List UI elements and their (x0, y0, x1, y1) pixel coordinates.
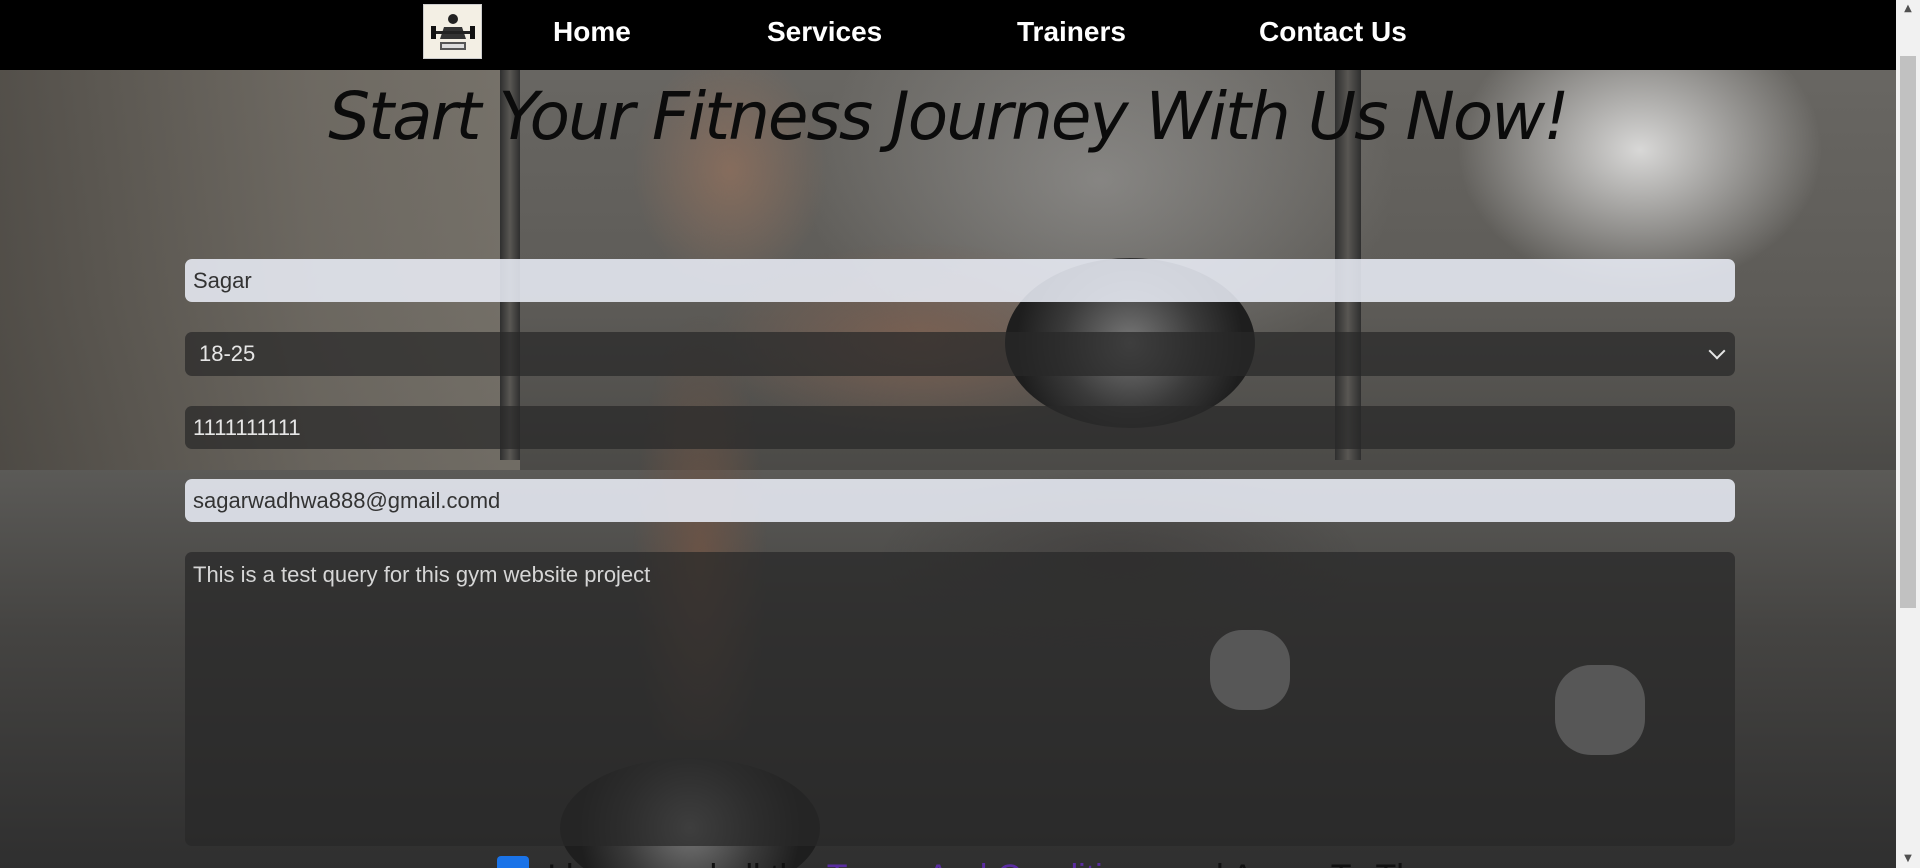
message-textarea-value: This is a test query for this gym websit… (193, 562, 651, 587)
age-range-select[interactable]: 18-25 (185, 332, 1735, 376)
message-textarea[interactable]: This is a test query for this gym websit… (185, 552, 1735, 846)
page-heading: Start Your Fitness Journey With Us Now! (328, 78, 1569, 155)
scrollbar-thumb[interactable] (1900, 56, 1916, 608)
gym-logo-icon-graphic (430, 13, 475, 50)
terms-prefix-text: I have read all the (547, 858, 817, 868)
nav-link-trainers[interactable]: Trainers (1017, 16, 1126, 48)
email-input-value: sagarwadhwa888@gmail.comd (193, 487, 501, 513)
scroll-down-icon[interactable]: ▼ (1896, 850, 1920, 868)
phone-input[interactable]: 1111111111 (185, 406, 1735, 449)
chevron-down-icon (1708, 342, 1726, 360)
page-scrollbar[interactable]: ▲ ▼ (1896, 0, 1920, 868)
name-input[interactable]: Sagar (185, 259, 1735, 302)
gym-logo-icon[interactable] (423, 4, 482, 59)
scroll-up-icon[interactable]: ▲ (1896, 0, 1920, 18)
nav-link-contact-us[interactable]: Contact Us (1259, 16, 1407, 48)
terms-suffix-text: and Agree To Them (1167, 858, 1463, 868)
navbar: Home Services Trainers Contact Us (0, 0, 1896, 70)
terms-agreement-row: I have read all the Terms And Conditions… (497, 856, 1463, 868)
age-range-value: 18-25 (199, 341, 256, 366)
phone-input-value: 1111111111 (193, 414, 301, 440)
name-input-value: Sagar (193, 267, 252, 293)
terms-link[interactable]: Terms And Conditions (827, 858, 1158, 868)
email-input[interactable]: sagarwadhwa888@gmail.comd (185, 479, 1735, 522)
nav-link-home[interactable]: Home (553, 16, 631, 48)
checkbox-checked-icon[interactable] (497, 856, 529, 868)
nav-link-services[interactable]: Services (767, 16, 882, 48)
